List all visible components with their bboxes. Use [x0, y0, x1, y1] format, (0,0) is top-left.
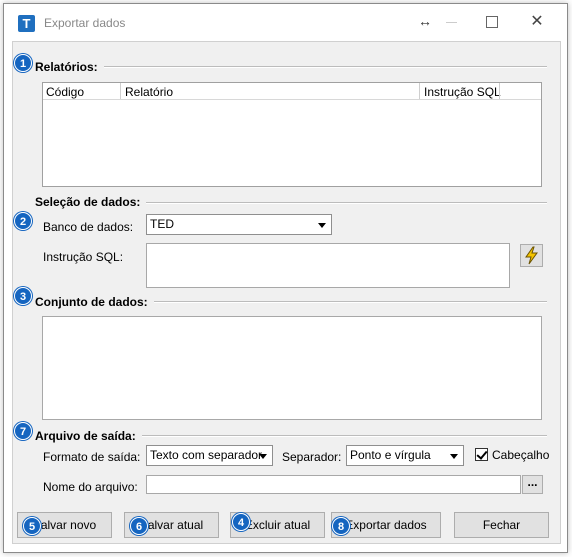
- chevron-down-icon[interactable]: [255, 447, 271, 464]
- window-title: Exportar dados: [44, 16, 126, 30]
- conjunto-heading: Conjunto de dados:: [35, 295, 154, 309]
- step-badge-2: 2: [14, 212, 32, 230]
- app-logo-icon: T: [18, 15, 35, 32]
- lightning-icon: [525, 246, 538, 265]
- step-badge-5: 5: [23, 517, 41, 535]
- resize-arrows-icon: ↔: [418, 13, 432, 29]
- step-badge-8: 8: [332, 517, 350, 535]
- export-dialog: T Exportar dados ↔ ✕ Relatórios: Código …: [3, 3, 568, 553]
- step-badge-4: 4: [232, 513, 250, 531]
- cabecalho-checkbox[interactable]: [475, 448, 488, 461]
- arquivo-heading: Arquivo de saída:: [35, 429, 142, 443]
- banco-value: TED: [150, 217, 174, 231]
- sql-textarea[interactable]: [146, 243, 510, 288]
- cabecalho-label[interactable]: Cabeçalho: [492, 448, 549, 462]
- fechar-button[interactable]: Fechar: [454, 512, 549, 538]
- separador-select[interactable]: Ponto e vírgula: [346, 445, 464, 466]
- chevron-down-icon[interactable]: [314, 216, 330, 233]
- title-bar[interactable]: T Exportar dados ↔ ✕: [4, 4, 567, 41]
- step-badge-3: 3: [14, 287, 32, 305]
- banco-label: Banco de dados:: [43, 220, 134, 234]
- separador-label: Separador:: [282, 450, 342, 464]
- conjunto-divider: [145, 301, 547, 303]
- minimize-button[interactable]: [440, 10, 466, 34]
- banco-select[interactable]: TED: [146, 214, 332, 235]
- close-icon[interactable]: ✕: [524, 10, 550, 34]
- conjunto-grid[interactable]: [42, 316, 542, 420]
- maximize-button[interactable]: [479, 10, 505, 34]
- separador-value: Ponto e vírgula: [350, 448, 431, 462]
- relatorios-divider: [95, 66, 547, 68]
- selecao-divider: [138, 202, 547, 204]
- grid-header: Código Relatório Instrução SQL: [43, 83, 541, 100]
- step-badge-6: 6: [130, 517, 148, 535]
- column-header-relatorio[interactable]: Relatório: [125, 85, 173, 99]
- nome-arquivo-input[interactable]: [146, 475, 521, 494]
- step-badge-7: 7: [14, 422, 32, 440]
- nome-arquivo-label: Nome do arquivo:: [43, 480, 138, 494]
- sql-label: Instrução SQL:: [43, 250, 124, 264]
- relatorios-heading: Relatórios:: [35, 60, 104, 74]
- execute-sql-button[interactable]: [520, 244, 543, 267]
- column-header-codigo[interactable]: Código: [46, 85, 84, 99]
- browse-button[interactable]: ...: [522, 475, 543, 494]
- formato-label: Formato de saída:: [43, 450, 141, 464]
- arquivo-divider: [138, 435, 547, 437]
- formato-select[interactable]: Texto com separador: [146, 445, 273, 466]
- step-badge-1: 1: [14, 54, 32, 72]
- chevron-down-icon[interactable]: [446, 447, 462, 464]
- column-header-instrucao-sql[interactable]: Instrução SQL: [424, 85, 501, 99]
- dialog-body: Relatórios: Código Relatório Instrução S…: [12, 41, 561, 544]
- formato-value: Texto com separador: [150, 448, 263, 462]
- relatorios-grid[interactable]: Código Relatório Instrução SQL: [42, 82, 542, 187]
- selecao-heading: Seleção de dados:: [35, 195, 147, 209]
